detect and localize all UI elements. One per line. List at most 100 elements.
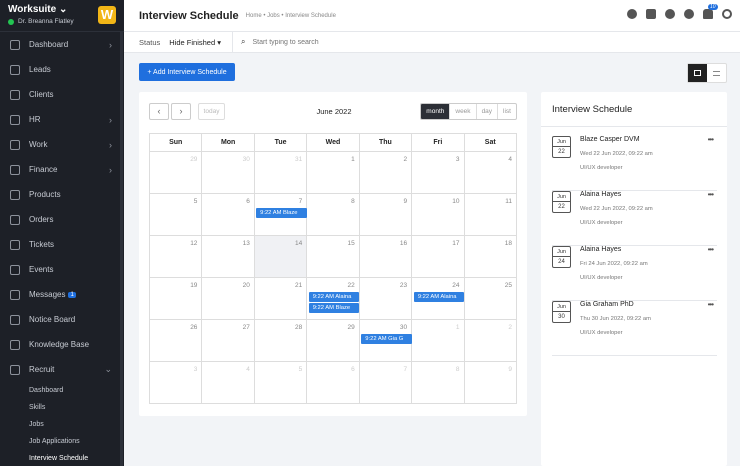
sidebar-item-notice-board[interactable]: Notice Board [0, 307, 124, 332]
day-cell[interactable]: 17 [412, 236, 465, 278]
day-cell[interactable]: 7 [359, 362, 413, 404]
day-cell[interactable]: 8 [412, 362, 465, 404]
day-cell[interactable]: 3 [150, 362, 203, 404]
interview-datetime: Thu 30 Jun 2022, 09:22 am [580, 316, 651, 322]
day-cell[interactable]: 1 [412, 320, 465, 362]
day-cell[interactable]: 23 [359, 278, 413, 320]
day-cell[interactable]: 11 [464, 194, 517, 236]
day-cell[interactable]: 14 [254, 236, 308, 278]
day-cell[interactable]: 10 [412, 194, 465, 236]
day-cell[interactable]: 6 [307, 362, 360, 404]
today-button[interactable]: today [198, 103, 225, 120]
day-cell[interactable]: 29 [150, 152, 203, 194]
calendar-event[interactable]: 9:22 AM Gia G [361, 334, 412, 344]
day-cell[interactable]: 26 [150, 320, 203, 362]
day-cell[interactable]: 8 [307, 194, 360, 236]
day-cell[interactable]: 30 [202, 152, 255, 194]
sidebar-item-work[interactable]: Work › [0, 132, 124, 157]
more-options-icon[interactable]: ••• [708, 135, 714, 144]
day-cell[interactable]: 2 [464, 320, 517, 362]
day-cell[interactable]: 9 [464, 362, 517, 404]
sidebar-item-messages[interactable]: Messages 1 [0, 282, 124, 307]
day-cell[interactable]: 5 [150, 194, 203, 236]
status-select[interactable]: Hide Finished ▾ [169, 38, 221, 47]
prev-month-button[interactable]: ‹ [149, 103, 169, 120]
sidebar-item-leads[interactable]: Leads [0, 57, 124, 82]
view-month-button[interactable]: month [421, 104, 450, 119]
plus-circle-icon[interactable] [684, 9, 694, 19]
sidebar-brand[interactable]: Worksuite ⌄ Dr. Breanna Flatley W [0, 0, 124, 32]
day-number: 27 [242, 324, 250, 331]
day-cell[interactable]: 28 [254, 320, 308, 362]
calendar-event[interactable]: 9:22 AM Alaina [413, 292, 465, 302]
more-options-icon[interactable]: ••• [708, 300, 714, 309]
calendar-view-button[interactable] [688, 64, 707, 82]
schedule-item[interactable]: Jun 24 Alaina Hayes Fri 24 Jun 2022, 09:22 … [552, 245, 717, 301]
day-cell[interactable]: 29 [307, 320, 360, 362]
day-cell[interactable]: 12 [150, 236, 203, 278]
sidebar-item-products[interactable]: Products [0, 182, 124, 207]
view-list-button[interactable]: list [497, 104, 516, 119]
day-cell[interactable]: 2 [359, 152, 413, 194]
sidebar-item-clients[interactable]: Clients [0, 82, 124, 107]
week-row: 5 6 7 8 9 10 11 9:22 AM Blaze [150, 194, 517, 236]
day-cell[interactable]: 31 [254, 152, 308, 194]
day-cell[interactable]: 20 [202, 278, 255, 320]
day-cell[interactable]: 18 [464, 236, 517, 278]
day-cell[interactable]: 5 [254, 362, 308, 404]
calendar-grid: Sun Mon Tue Wed Thu Fri Sat 29 30 31 1 2 3 4 5 6 7 8 9 10 1… [149, 133, 517, 404]
clock-icon[interactable] [665, 9, 675, 19]
next-month-button[interactable]: › [171, 103, 191, 120]
day-cell[interactable]: 1 [307, 152, 360, 194]
sidebar-item-orders[interactable]: Orders [0, 207, 124, 232]
add-interview-schedule-button[interactable]: + Add Interview Schedule [139, 63, 235, 81]
day-cell[interactable]: 9 [359, 194, 413, 236]
day-cell[interactable]: 13 [202, 236, 255, 278]
sidebar-scrollbar[interactable] [120, 32, 123, 466]
sidebar-subitem-dashboard[interactable]: Dashboard [0, 382, 124, 399]
sidebar-item-hr[interactable]: HR › [0, 107, 124, 132]
search-input[interactable] [252, 38, 373, 46]
day-cell[interactable]: 4 [464, 152, 517, 194]
headset-icon [10, 239, 20, 250]
day-cell[interactable]: 15 [307, 236, 360, 278]
sidebar-item-events[interactable]: Events [0, 257, 124, 282]
notes-icon[interactable] [646, 9, 656, 19]
calendar-event[interactable]: 9:22 AM Alaina [308, 292, 360, 302]
day-number: 6 [351, 366, 355, 373]
sidebar-subitem-skills[interactable]: Skills [0, 399, 124, 416]
day-number: 12 [190, 240, 198, 247]
sidebar-subitem-job-applications[interactable]: Job Applications [0, 433, 124, 450]
more-options-icon[interactable]: ••• [708, 190, 714, 199]
search-icon[interactable] [627, 9, 637, 19]
day-cell[interactable]: 27 [202, 320, 255, 362]
day-cell[interactable]: 4 [202, 362, 255, 404]
weekday-header: Sun Mon Tue Wed Thu Fri Sat [150, 134, 517, 152]
view-week-button[interactable]: week [449, 104, 475, 119]
list-view-button[interactable] [707, 64, 726, 82]
bell-icon[interactable]: 10 [703, 4, 718, 19]
schedule-item[interactable]: Jun 22 Alaina Hayes Wed 22 Jun 2022, 09:22 … [552, 190, 717, 246]
more-options-icon[interactable]: ••• [708, 245, 714, 254]
search-box[interactable]: ⌕ [241, 37, 373, 47]
schedule-item[interactable]: Jun 30 Gia Graham PhD Thu 30 Jun 2022, 09:2… [552, 300, 717, 356]
power-icon[interactable] [722, 9, 732, 19]
view-day-button[interactable]: day [475, 104, 497, 119]
day-cell[interactable]: 6 [202, 194, 255, 236]
logo-icon[interactable]: W [98, 6, 116, 24]
day-cell[interactable]: 25 [464, 278, 517, 320]
sidebar-subitem-interview-schedule[interactable]: Interview Schedule [0, 450, 124, 466]
sidebar-subitem-jobs[interactable]: Jobs [0, 416, 124, 433]
sidebar-item-recruit[interactable]: Recruit ⌄ [0, 357, 124, 382]
calendar-event[interactable]: 9:22 AM Blaze [308, 303, 360, 313]
sidebar-item-finance[interactable]: Finance › [0, 157, 124, 182]
day-cell[interactable]: 3 [412, 152, 465, 194]
sidebar-item-knowledge-base[interactable]: Knowledge Base [0, 332, 124, 357]
sidebar-item-dashboard[interactable]: Dashboard › [0, 32, 124, 57]
day-cell[interactable]: 19 [150, 278, 203, 320]
day-cell[interactable]: 21 [254, 278, 308, 320]
schedule-item[interactable]: Jun 22 Blaze Casper DVM Wed 22 Jun 2022, 09… [552, 135, 717, 191]
calendar-event[interactable]: 9:22 AM Blaze [256, 208, 307, 218]
day-cell[interactable]: 16 [359, 236, 413, 278]
sidebar-item-tickets[interactable]: Tickets [0, 232, 124, 257]
